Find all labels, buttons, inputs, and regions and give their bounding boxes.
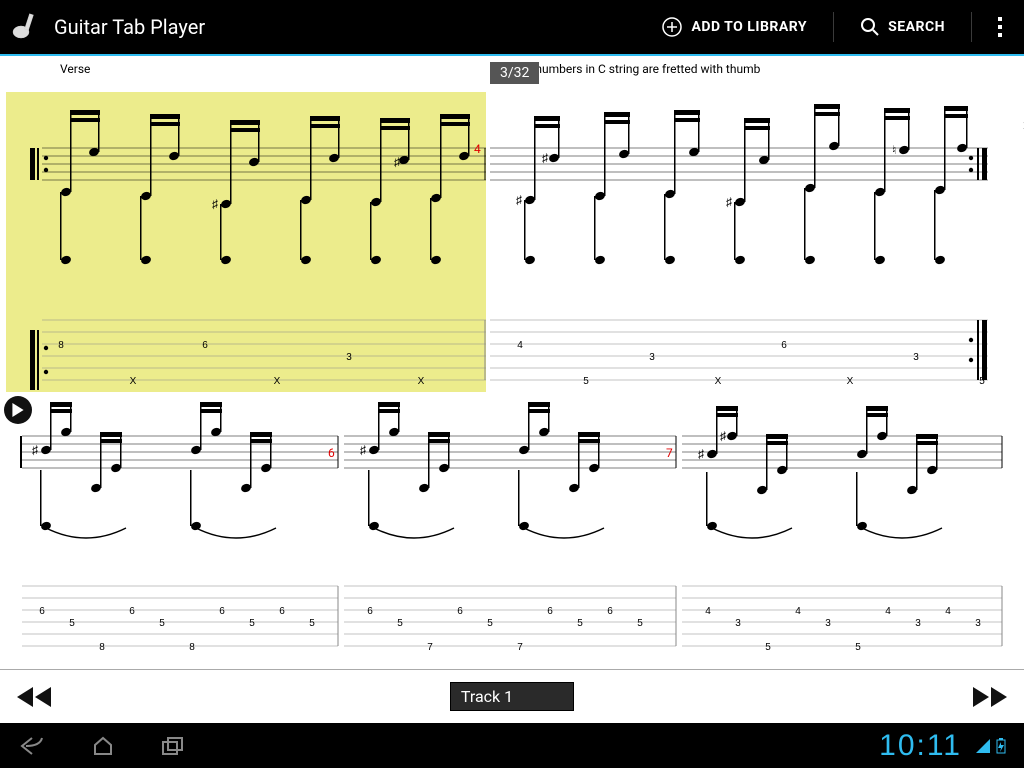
svg-text:♯: ♯ xyxy=(720,429,726,443)
svg-text:5: 5 xyxy=(159,618,165,629)
svg-text:6: 6 xyxy=(219,606,225,617)
svg-text:7: 7 xyxy=(427,642,433,653)
add-to-library-button[interactable]: ADD TO LIBRARY xyxy=(647,0,821,55)
system-nav-bar: 10:11 xyxy=(0,723,1024,768)
svg-text:3: 3 xyxy=(915,618,921,629)
svg-text:5: 5 xyxy=(249,618,255,629)
svg-text:4: 4 xyxy=(517,340,523,351)
svg-text:X: X xyxy=(847,376,854,387)
svg-text:♯: ♯ xyxy=(698,447,704,461)
svg-text:5: 5 xyxy=(577,618,583,629)
svg-text:6: 6 xyxy=(607,606,613,617)
svg-text:3: 3 xyxy=(975,618,981,629)
svg-text:4: 4 xyxy=(705,606,711,617)
svg-text:X: X xyxy=(715,376,722,387)
svg-text:X: X xyxy=(418,376,425,387)
svg-text:8: 8 xyxy=(189,642,195,653)
svg-text:5: 5 xyxy=(309,618,315,629)
recents-icon xyxy=(161,736,185,756)
svg-text:5: 5 xyxy=(765,642,771,653)
bar-number: 4 xyxy=(474,142,481,156)
section-label: Verse xyxy=(60,62,90,76)
back-button[interactable] xyxy=(18,735,48,757)
bar-number: 6 xyxy=(328,446,335,460)
recents-button[interactable] xyxy=(158,735,188,757)
fast-forward-icon xyxy=(969,685,1009,709)
back-icon xyxy=(20,736,46,756)
svg-text:4: 4 xyxy=(885,606,891,617)
svg-text:5: 5 xyxy=(397,618,403,629)
svg-text:6: 6 xyxy=(279,606,285,617)
svg-text:♮: ♮ xyxy=(892,143,896,157)
svg-text:6: 6 xyxy=(129,606,135,617)
battery-icon xyxy=(996,738,1006,754)
svg-text:♯: ♯ xyxy=(32,443,38,457)
wifi-icon xyxy=(976,739,990,753)
search-icon xyxy=(860,17,880,37)
measure-3[interactable]: 3 xyxy=(6,92,486,392)
svg-text:5: 5 xyxy=(69,618,75,629)
home-icon xyxy=(92,736,114,756)
svg-text:5: 5 xyxy=(979,376,985,387)
svg-text:♯: ♯ xyxy=(726,195,732,209)
svg-text:3: 3 xyxy=(346,352,352,363)
app-title: Guitar Tab Player xyxy=(54,15,205,39)
plus-circle-icon xyxy=(661,16,683,38)
page-indicator: 3/32 xyxy=(490,62,539,84)
next-track-button[interactable] xyxy=(964,682,1014,712)
svg-text:♯: ♯ xyxy=(360,443,366,457)
overflow-menu-button[interactable] xyxy=(984,0,1016,55)
status-clock: 10:11 xyxy=(879,729,962,763)
svg-text:6: 6 xyxy=(781,340,787,351)
svg-text:6: 6 xyxy=(547,606,553,617)
svg-text:5: 5 xyxy=(855,642,861,653)
action-divider xyxy=(833,12,834,42)
svg-text:X: X xyxy=(130,376,137,387)
svg-text:6: 6 xyxy=(457,606,463,617)
svg-text:6: 6 xyxy=(202,340,208,351)
svg-text:8: 8 xyxy=(99,642,105,653)
svg-text:3: 3 xyxy=(735,618,741,629)
svg-text:8: 8 xyxy=(58,340,64,351)
app-bar: Guitar Tab Player ADD TO LIBRARY SEARCH xyxy=(0,0,1024,56)
measure-4[interactable]: 4 x4 ♯♯ xyxy=(490,92,1010,392)
svg-text:5: 5 xyxy=(583,376,589,387)
svg-text:4: 4 xyxy=(945,606,951,617)
sheet-area[interactable]: Verse all numbers in C string are frette… xyxy=(0,56,1024,669)
svg-text:6: 6 xyxy=(39,606,45,617)
home-button[interactable] xyxy=(88,735,118,757)
search-button[interactable]: SEARCH xyxy=(846,0,959,55)
prev-track-button[interactable] xyxy=(10,682,60,712)
app-logo-icon xyxy=(8,10,42,44)
note-cluster: ♯ ♯ xyxy=(60,110,470,265)
search-label: SEARCH xyxy=(888,19,945,35)
svg-text:5: 5 xyxy=(487,618,493,629)
playing-instruction: all numbers in C string are fretted with… xyxy=(520,62,760,76)
track-selector[interactable]: Track 1 xyxy=(450,682,574,711)
track-bar: Track 1 xyxy=(0,669,1024,723)
svg-text:5: 5 xyxy=(637,618,643,629)
svg-text:♯: ♯ xyxy=(542,151,548,165)
svg-text:♯: ♯ xyxy=(516,193,522,207)
svg-text:♯: ♯ xyxy=(394,155,400,169)
measure-6[interactable]: 6 ♯ xyxy=(344,396,678,656)
track-label: Track 1 xyxy=(461,687,513,706)
svg-text:4: 4 xyxy=(795,606,801,617)
svg-text:7: 7 xyxy=(517,642,523,653)
measure-7[interactable]: 7 ♯♯ xyxy=(682,396,1016,656)
bar-number: 7 xyxy=(666,446,673,460)
add-to-library-label: ADD TO LIBRARY xyxy=(691,19,807,35)
svg-text:3: 3 xyxy=(825,618,831,629)
svg-text:X: X xyxy=(274,376,281,387)
svg-text:3: 3 xyxy=(913,352,919,363)
rewind-icon xyxy=(15,685,55,709)
measure-5[interactable]: 5 ♯ xyxy=(6,396,340,656)
svg-text:6: 6 xyxy=(367,606,373,617)
action-divider xyxy=(971,12,972,42)
svg-text:♯: ♯ xyxy=(212,197,218,211)
svg-text:3: 3 xyxy=(649,352,655,363)
